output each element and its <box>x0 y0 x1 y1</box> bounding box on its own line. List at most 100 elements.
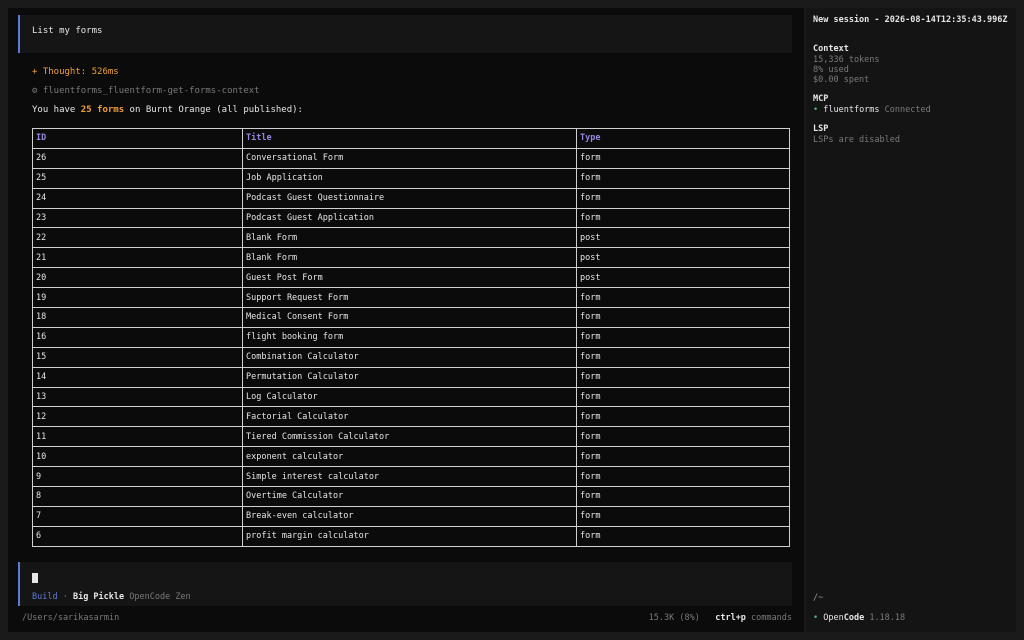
cell-title: Conversational Form <box>242 147 577 169</box>
cell-id: 16 <box>32 326 243 348</box>
cell-type: form <box>576 426 790 448</box>
cell-id: 6 <box>32 525 243 547</box>
table-row: 7 Break-even calculator form <box>32 505 790 527</box>
cell-id: 12 <box>32 406 243 428</box>
table-row: 24 Podcast Guest Questionnaire form <box>32 187 790 209</box>
table-row: 19 Support Request Form form <box>32 287 790 309</box>
thought-indicator[interactable]: + Thought: 526ms <box>32 67 119 77</box>
version-number: 1.18.18 <box>864 613 906 623</box>
cell-id: 23 <box>32 207 243 229</box>
summary-count: 25 forms <box>80 105 125 115</box>
cell-title: Guest Post Form <box>242 267 577 289</box>
cell-id: 24 <box>32 187 243 209</box>
cell-title: Job Application <box>242 167 577 189</box>
separator: · <box>57 592 73 602</box>
prompt-input[interactable]: Build · Big Pickle OpenCode Zen <box>18 562 792 606</box>
cell-title: Tiered Commission Calculator <box>242 426 577 448</box>
table-row: 13 Log Calculator form <box>32 386 790 408</box>
shortcut-label: commands <box>745 613 792 623</box>
agent-mode[interactable]: Build <box>32 592 58 602</box>
cell-id: 20 <box>32 267 243 289</box>
shortcut-key: ctrl+p <box>715 613 746 623</box>
cell-id: 7 <box>32 505 243 527</box>
table-body: 26 Conversational Form form 25 Job Applicati… <box>32 147 790 547</box>
cell-id: 14 <box>32 366 243 388</box>
model-name[interactable]: Big Pickle <box>73 592 124 602</box>
table-row: 21 Blank Form post <box>32 247 790 269</box>
cell-title: Blank Form <box>242 227 577 249</box>
tool-call-line[interactable]: ⚙ fluentforms_fluentform-get-forms-conte… <box>32 86 260 96</box>
table-row: 8 Overtime Calculator form <box>32 486 790 507</box>
cell-title: Break-even calculator <box>242 505 577 527</box>
table-row: 22 Blank Form post <box>32 227 790 249</box>
context-spent: $0.00 spent <box>813 75 870 85</box>
forms-table-container[interactable]: ID Title Type 26 Conversational Form form 2… <box>32 128 794 560</box>
version-info: • OpenCode 1.18.18 <box>813 613 905 623</box>
cell-title: Medical Consent Form <box>242 307 577 328</box>
cell-type: post <box>576 247 790 269</box>
cell-id: 8 <box>32 486 243 507</box>
cell-title: Overtime Calculator <box>242 486 577 507</box>
cell-id: 19 <box>32 287 243 309</box>
table-row: 11 Tiered Commission Calculator form <box>32 426 790 448</box>
mcp-server-item[interactable]: • fluentforms Connected <box>813 105 931 115</box>
cell-type: form <box>576 346 790 368</box>
cell-title: Simple interest calculator <box>242 466 577 488</box>
table-row: 9 Simple interest calculator form <box>32 466 790 488</box>
chat-panel: List my forms + Thought: 526ms ⚙ fluentf… <box>8 8 804 632</box>
cell-type: form <box>576 326 790 348</box>
footer-stats: 15.3K (8%) ctrl+p commands <box>649 613 792 623</box>
cell-type: form <box>576 147 790 169</box>
table-row: 6 profit margin calculator form <box>32 525 790 547</box>
cell-title: flight booking form <box>242 326 577 348</box>
sidebar-path: /~ <box>813 593 824 603</box>
summary-prefix: You have <box>32 105 81 115</box>
cell-id: 13 <box>32 386 243 408</box>
cell-type: form <box>576 187 790 209</box>
cell-type: form <box>576 486 790 507</box>
cell-id: 11 <box>32 426 243 448</box>
cell-type: form <box>576 366 790 388</box>
cell-id: 25 <box>32 167 243 189</box>
cell-title: profit margin calculator <box>242 525 577 547</box>
opencode-window: List my forms + Thought: 526ms ⚙ fluentf… <box>0 0 1024 640</box>
cell-type: form <box>576 287 790 309</box>
user-message: List my forms <box>18 15 792 53</box>
cell-id: 9 <box>32 466 243 488</box>
session-title: New session - 2026-08-14T12:35:43.996Z <box>813 15 1008 25</box>
lsp-status: LSPs are disabled <box>813 135 900 145</box>
agent-model-line: Build · Big Pickle OpenCode Zen <box>32 592 191 602</box>
cell-type: form <box>576 386 790 408</box>
summary-suffix: on Burnt Orange (all published): <box>124 105 303 115</box>
cell-title: exponent calculator <box>242 446 577 468</box>
user-message-text: List my forms <box>32 26 103 36</box>
cell-type: form <box>576 207 790 229</box>
table-row: 14 Permutation Calculator form <box>32 366 790 388</box>
status-dot-icon: • <box>813 105 819 115</box>
session-sidebar: New session - 2026-08-14T12:35:43.996Z C… <box>806 8 1016 632</box>
table-row: 15 Combination Calculator form <box>32 346 790 368</box>
brand-open: Open <box>818 613 844 623</box>
cell-title: Permutation Calculator <box>242 366 577 388</box>
mcp-server-name: fluentforms <box>823 105 880 115</box>
table-row: 26 Conversational Form form <box>32 147 790 169</box>
cell-title: Log Calculator <box>242 386 577 408</box>
cell-type: form <box>576 406 790 428</box>
mcp-heading: MCP <box>813 94 829 104</box>
table-row: 25 Job Application form <box>32 167 790 189</box>
cell-id: 15 <box>32 346 243 368</box>
cell-type: post <box>576 227 790 249</box>
token-usage: 15.3K (8%) <box>648 613 700 623</box>
cell-title: Factorial Calculator <box>242 406 577 428</box>
header-id: ID <box>32 128 243 149</box>
table-row: 16 flight booking form form <box>32 326 790 348</box>
table-row: 12 Factorial Calculator form <box>32 406 790 428</box>
text-cursor <box>32 573 38 583</box>
cell-type: form <box>576 505 790 527</box>
table-row: 20 Guest Post Form post <box>32 267 790 289</box>
working-directory: /Users/sarikasarmin <box>22 613 120 623</box>
mcp-server-status: Connected <box>879 105 931 115</box>
cell-title: Combination Calculator <box>242 346 577 368</box>
cell-id: 18 <box>32 307 243 328</box>
provider-name: OpenCode Zen <box>124 592 191 602</box>
